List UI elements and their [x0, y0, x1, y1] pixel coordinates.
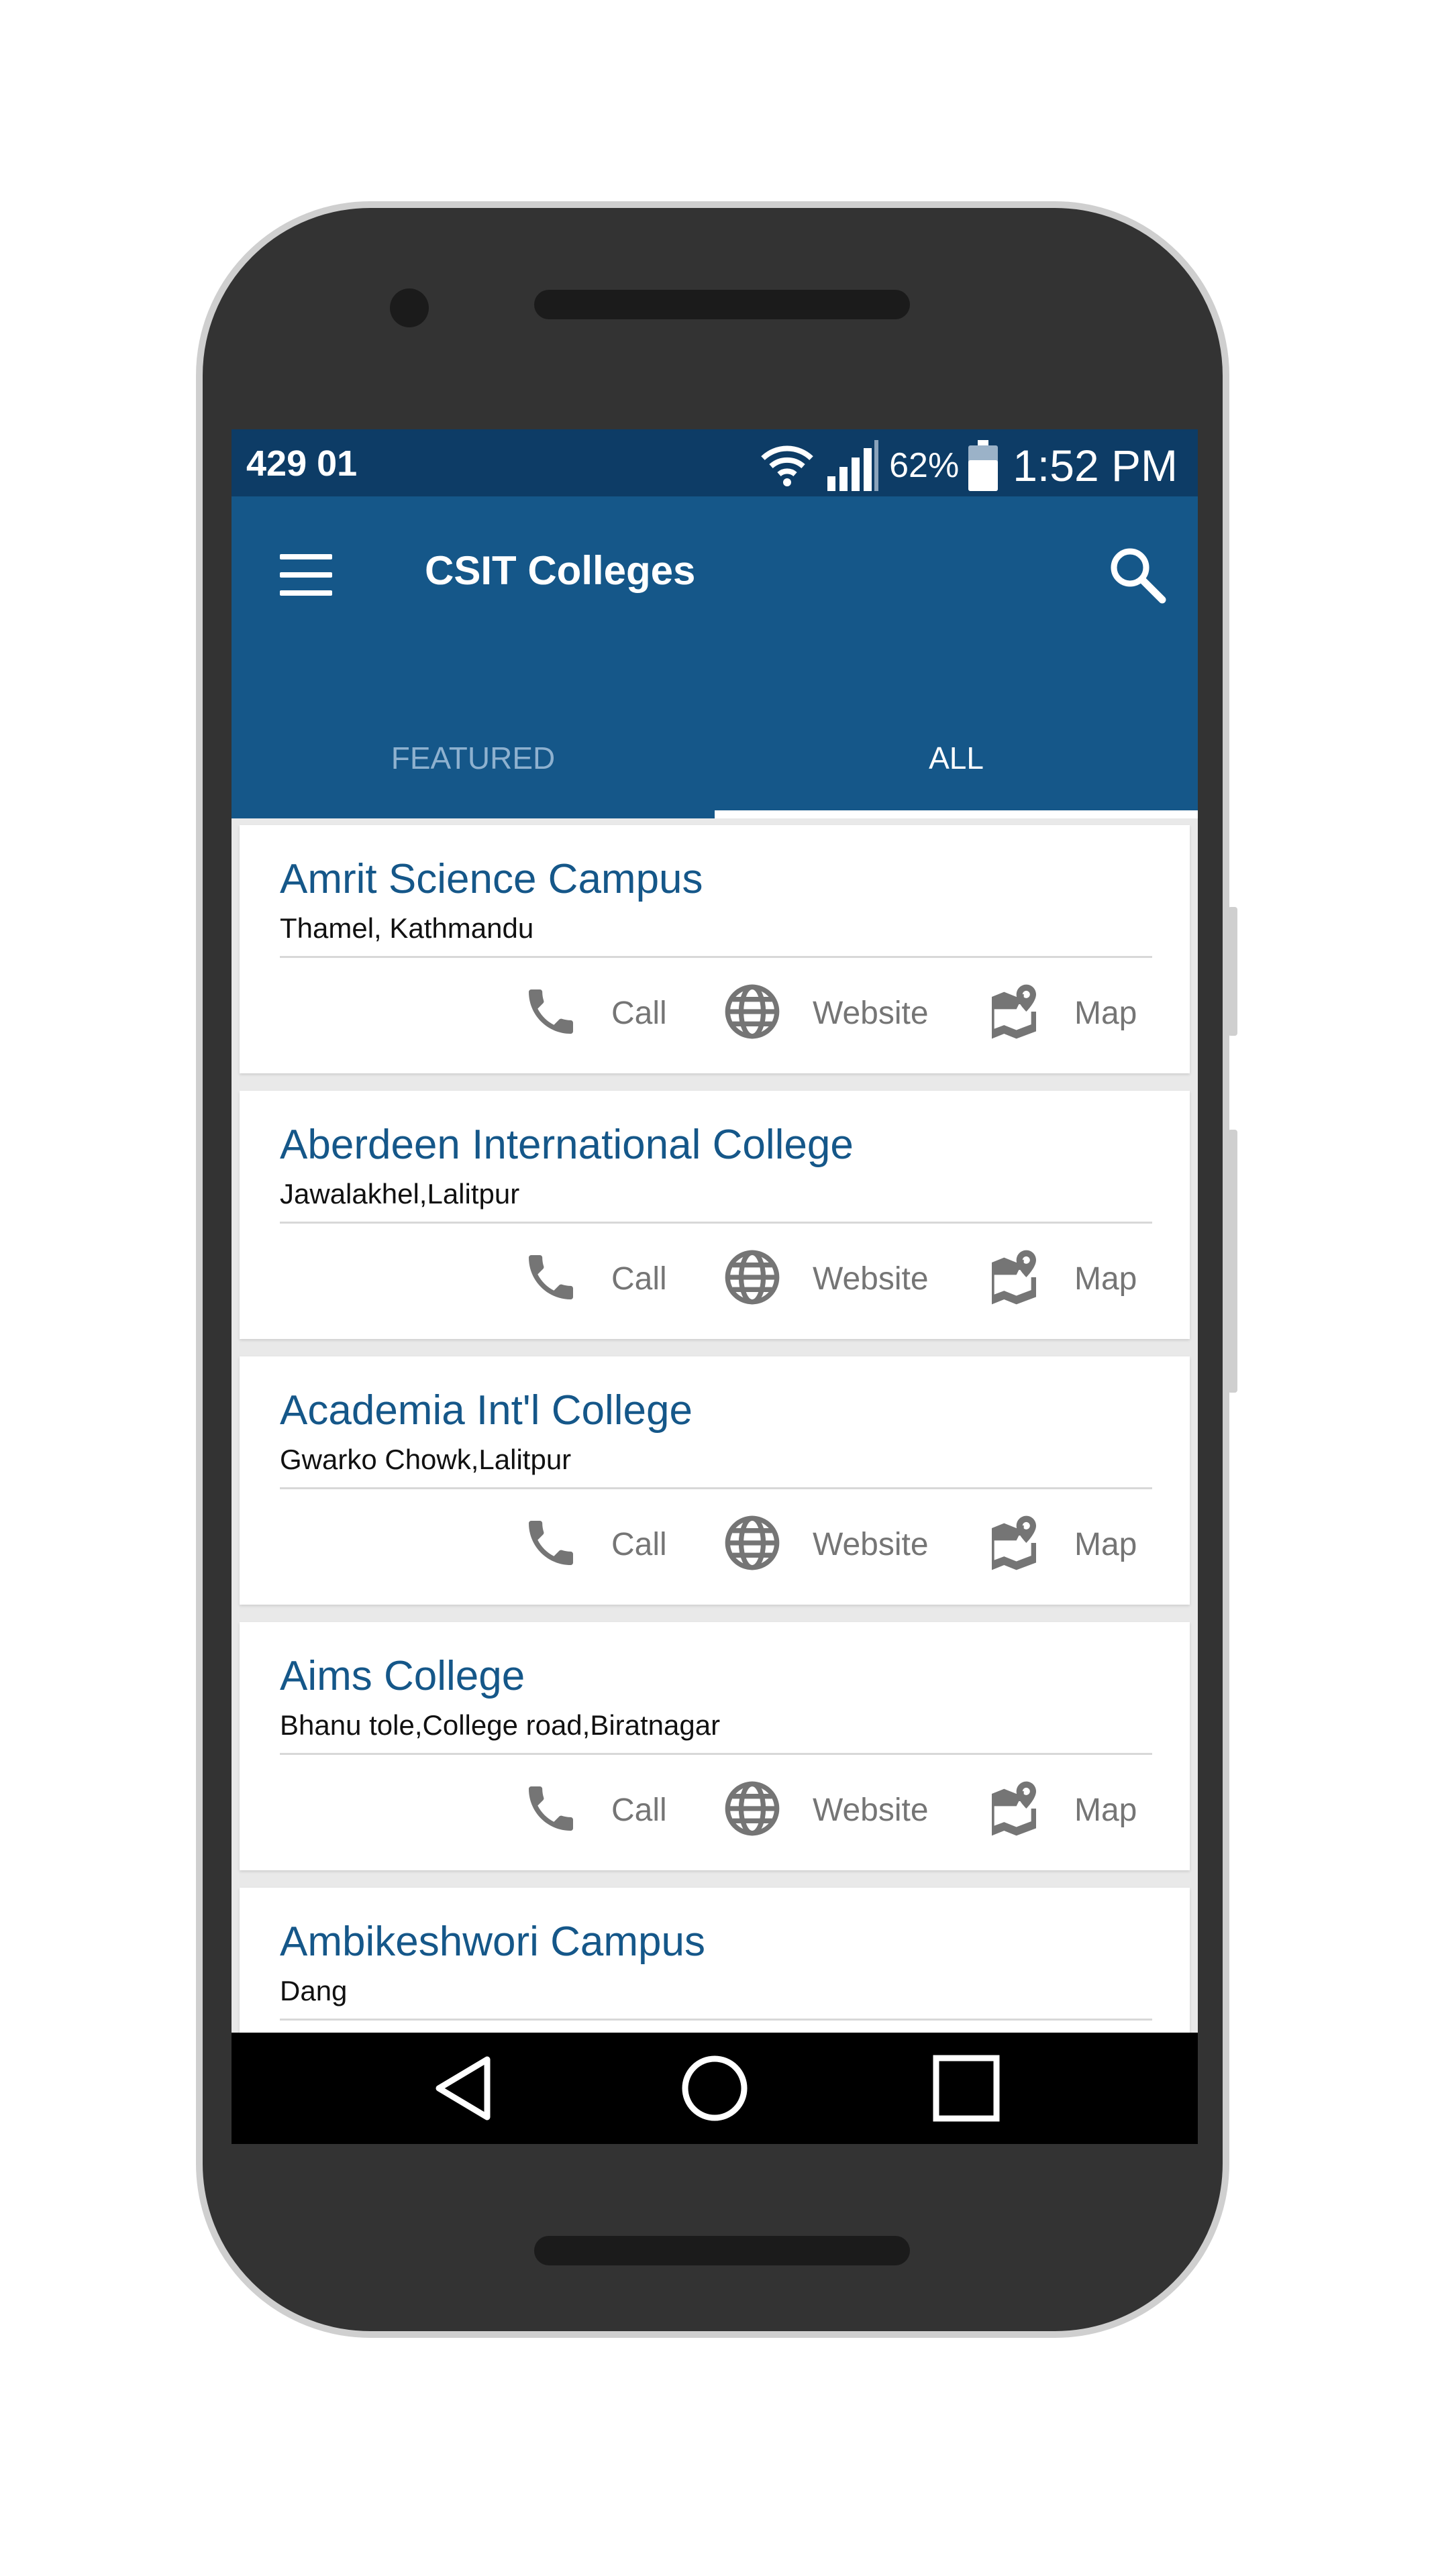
status-bar: 429 01 62% 1:52 PM [232, 429, 1198, 496]
app-bar: CSIT Colleges FEATURED ALL [232, 496, 1198, 818]
call-button[interactable]: Call [521, 1770, 667, 1850]
call-label: Call [611, 995, 667, 1031]
website-button[interactable]: Website [723, 973, 929, 1053]
college-name[interactable]: Aims College [280, 1652, 525, 1700]
globe-icon [723, 1248, 782, 1310]
college-name[interactable]: Academia Int'l College [280, 1387, 693, 1434]
globe-icon [723, 982, 782, 1044]
call-label: Call [611, 1792, 667, 1828]
home-icon[interactable] [678, 2051, 752, 2125]
device-screen: 429 01 62% 1:52 PM CSIT Colleges FEATURE… [232, 429, 1198, 2144]
earpiece-speaker [534, 290, 910, 319]
website-button[interactable]: Website [723, 1504, 929, 1585]
college-card[interactable]: Amrit Science Campus Thamel, Kathmandu Cal… [240, 825, 1190, 1073]
college-address: Jawalakhel,Lalitpur [280, 1178, 520, 1210]
college-address: Thamel, Kathmandu [280, 912, 534, 944]
college-card[interactable]: Academia Int'l College Gwarko Chowk,Lalit… [240, 1356, 1190, 1605]
website-label: Website [813, 1526, 929, 1562]
navigation-bar [232, 2033, 1198, 2144]
wifi-icon [761, 445, 813, 486]
volume-button [1228, 1130, 1237, 1393]
card-divider [280, 1487, 1152, 1489]
bottom-speaker [534, 2236, 910, 2265]
phone-icon [521, 1248, 580, 1310]
map-icon [984, 1779, 1043, 1841]
college-card[interactable]: Aberdeen International College Jawalakhel… [240, 1091, 1190, 1339]
tab-featured[interactable]: FEATURED [232, 698, 715, 818]
phone-icon [521, 982, 580, 1044]
website-button[interactable]: Website [723, 1238, 929, 1319]
college-address: Gwarko Chowk,Lalitpur [280, 1444, 572, 1475]
menu-icon[interactable] [280, 551, 334, 598]
website-label: Website [813, 1792, 929, 1828]
card-divider [280, 956, 1152, 958]
battery-percent: 62% [889, 446, 960, 485]
clock: 1:52 PM [1013, 441, 1178, 490]
college-card[interactable]: Aims College Bhanu tole,College road,Bira… [240, 1622, 1190, 1870]
map-icon [984, 1513, 1043, 1576]
call-button[interactable]: Call [521, 1504, 667, 1585]
status-icons: 62% 1:52 PM [760, 439, 1178, 492]
call-label: Call [611, 1260, 667, 1297]
map-icon [984, 982, 1043, 1044]
college-address: Dang [280, 1975, 348, 2006]
search-icon[interactable] [1107, 545, 1168, 605]
phone-icon [521, 1513, 580, 1576]
tab-bar: FEATURED ALL [232, 698, 1198, 818]
app-title: CSIT Colleges [425, 548, 696, 593]
signal-icon [827, 440, 879, 491]
map-label: Map [1074, 1260, 1137, 1297]
map-button[interactable]: Map [984, 1504, 1137, 1585]
tab-all[interactable]: ALL [715, 698, 1198, 818]
website-label: Website [813, 995, 929, 1031]
call-label: Call [611, 1526, 667, 1562]
call-button[interactable]: Call [521, 1238, 667, 1319]
phone-icon [521, 1779, 580, 1841]
map-button[interactable]: Map [984, 973, 1137, 1053]
map-icon [984, 1248, 1043, 1310]
college-address: Bhanu tole,College road,Biratnagar [280, 1709, 721, 1741]
call-button[interactable]: Call [521, 973, 667, 1053]
front-camera [390, 288, 429, 327]
card-divider [280, 1222, 1152, 1224]
globe-icon [723, 1513, 782, 1576]
card-divider [280, 1753, 1152, 1755]
website-label: Website [813, 1260, 929, 1297]
map-label: Map [1074, 1526, 1137, 1562]
tab-indicator [715, 810, 1198, 818]
map-button[interactable]: Map [984, 1238, 1137, 1319]
college-name[interactable]: Ambikeshwori Campus [280, 1918, 705, 1966]
college-name[interactable]: Amrit Science Campus [280, 855, 703, 903]
college-name[interactable]: Aberdeen International College [280, 1121, 854, 1169]
map-label: Map [1074, 1792, 1137, 1828]
map-button[interactable]: Map [984, 1770, 1137, 1850]
back-icon[interactable] [428, 2051, 502, 2125]
recents-icon[interactable] [929, 2051, 1003, 2125]
carrier-label: 429 01 [246, 443, 358, 484]
map-label: Map [1074, 995, 1137, 1031]
website-button[interactable]: Website [723, 1770, 929, 1850]
battery-icon [968, 440, 999, 491]
power-button [1228, 907, 1237, 1036]
card-divider [280, 2019, 1152, 2021]
globe-icon [723, 1779, 782, 1841]
